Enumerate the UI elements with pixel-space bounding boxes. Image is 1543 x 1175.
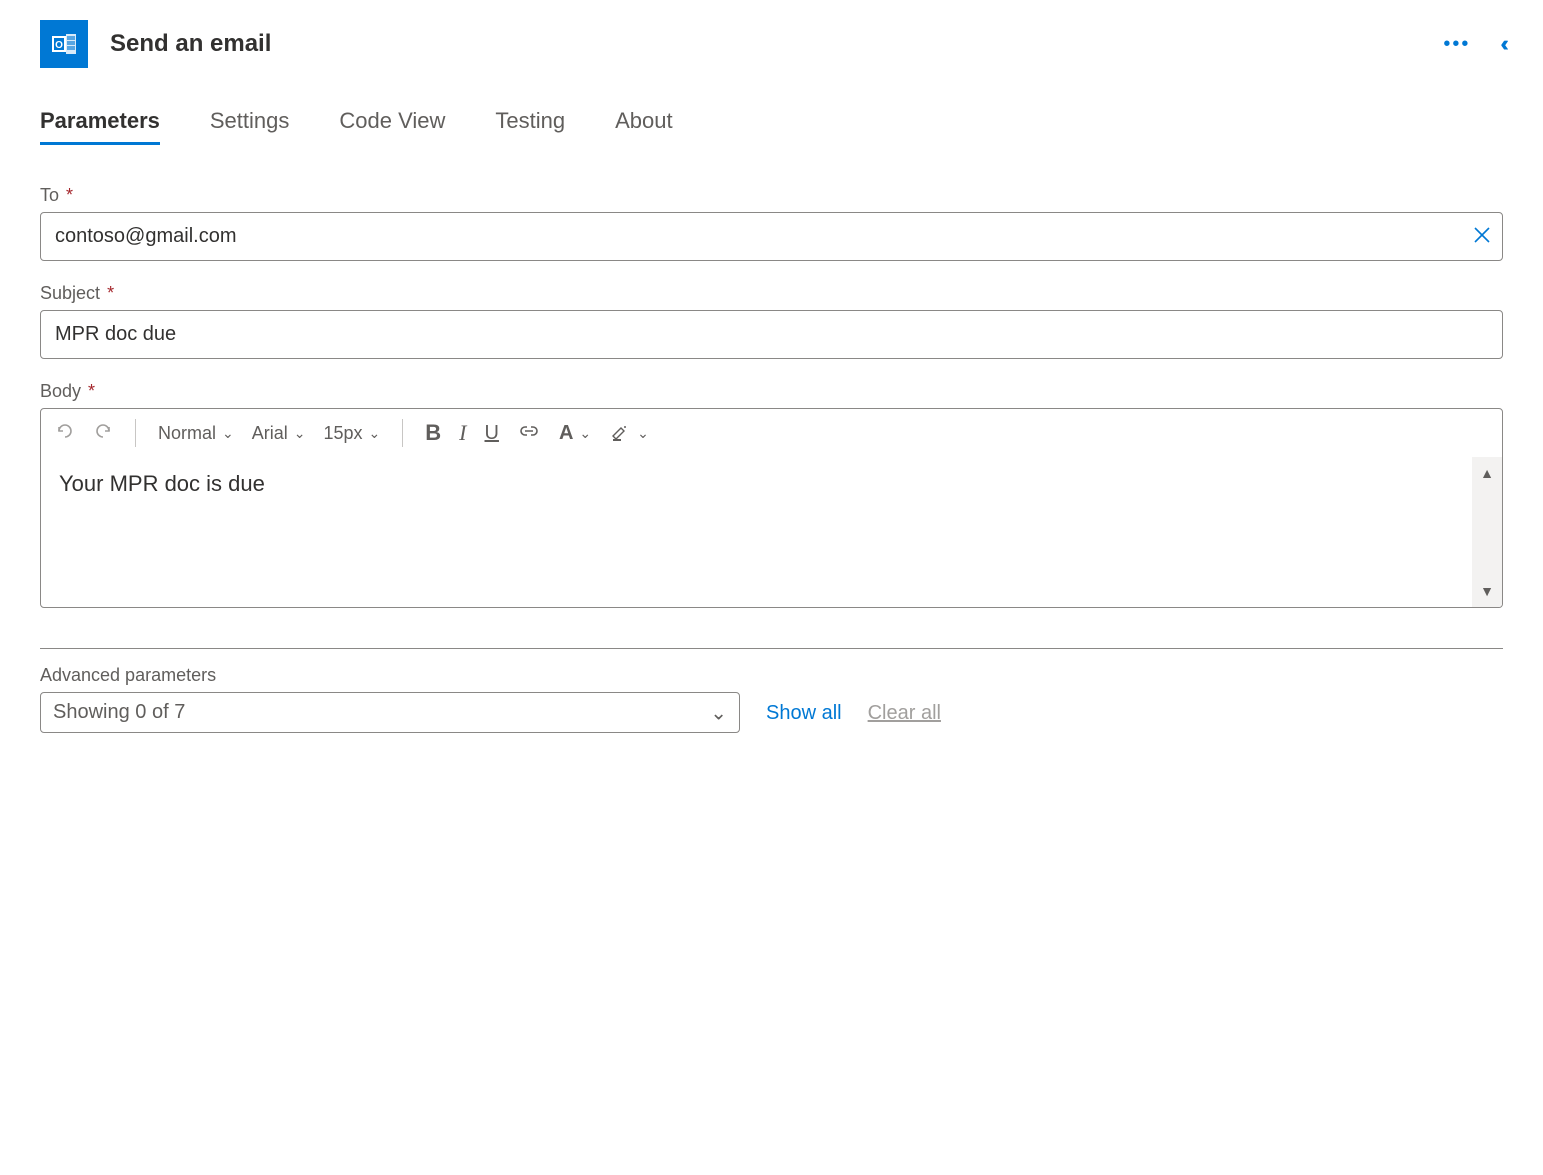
show-all-button[interactable]: Show all: [766, 702, 842, 733]
advanced-label: Advanced parameters: [40, 665, 740, 686]
undo-button[interactable]: [55, 421, 75, 446]
advanced-select-text: Showing 0 of 7: [53, 701, 185, 723]
tab-bar: Parameters Settings Code View Testing Ab…: [40, 108, 1503, 145]
tab-parameters[interactable]: Parameters: [40, 108, 160, 145]
chevron-down-icon: ⌄: [222, 425, 234, 442]
font-color-button[interactable]: A ⌄: [559, 422, 591, 445]
toolbar-separator: [402, 419, 403, 447]
font-value: Arial: [252, 423, 288, 444]
field-to: To *: [40, 185, 1503, 261]
subject-label-text: Subject: [40, 283, 100, 303]
header-right: ••• ‹‹: [1443, 31, 1503, 57]
clear-to-button[interactable]: [1473, 226, 1491, 248]
to-label: To *: [40, 185, 1503, 206]
font-color-icon: A: [559, 422, 573, 445]
tab-testing[interactable]: Testing: [495, 108, 565, 145]
tab-settings[interactable]: Settings: [210, 108, 290, 145]
underline-button[interactable]: U: [485, 422, 499, 445]
to-input[interactable]: [40, 212, 1503, 261]
required-marker: *: [66, 185, 73, 205]
svg-text:O: O: [55, 40, 63, 51]
bold-button[interactable]: B: [425, 420, 441, 446]
card-header: O Send an email ••• ‹‹: [40, 20, 1503, 68]
to-input-wrap: [40, 212, 1503, 261]
chevron-down-icon: ⌄: [294, 425, 306, 442]
subject-input-wrap: [40, 310, 1503, 359]
section-divider: [40, 648, 1503, 649]
field-subject: Subject *: [40, 283, 1503, 359]
chevron-down-icon: ⌄: [369, 425, 381, 442]
highlight-button[interactable]: ⌄: [609, 420, 649, 447]
redo-icon: [93, 421, 113, 446]
editor-area: Your MPR doc is due ▲ ▼: [41, 457, 1502, 607]
link-icon: [517, 423, 541, 444]
chevron-down-icon: ⌄: [579, 425, 591, 442]
card-title: Send an email: [110, 30, 271, 58]
redo-button[interactable]: [93, 421, 113, 446]
scroll-up-icon[interactable]: ▲: [1480, 465, 1494, 481]
font-select[interactable]: Arial ⌄: [252, 423, 306, 444]
tab-code-view[interactable]: Code View: [339, 108, 445, 145]
more-icon[interactable]: •••: [1443, 33, 1470, 56]
close-icon: [1473, 224, 1491, 249]
collapse-icon[interactable]: ‹‹: [1500, 31, 1503, 57]
editor-toolbar: Normal ⌄ Arial ⌄ 15px ⌄ B I U A ⌄: [41, 409, 1502, 457]
outlook-icon: O: [40, 20, 88, 68]
rich-text-editor: Normal ⌄ Arial ⌄ 15px ⌄ B I U A ⌄: [40, 408, 1503, 608]
tab-about[interactable]: About: [615, 108, 673, 145]
chevron-down-icon: ⌄: [710, 700, 727, 725]
italic-button[interactable]: I: [459, 420, 466, 446]
chevron-down-icon: ⌄: [637, 425, 649, 442]
toolbar-separator: [135, 419, 136, 447]
size-value: 15px: [324, 423, 363, 444]
scrollbar[interactable]: ▲ ▼: [1472, 457, 1502, 607]
required-marker: *: [107, 283, 114, 303]
to-label-text: To: [40, 185, 59, 205]
undo-icon: [55, 421, 75, 446]
scroll-down-icon[interactable]: ▼: [1480, 583, 1494, 599]
body-label: Body *: [40, 381, 1503, 402]
highlight-icon: [609, 420, 631, 447]
heading-value: Normal: [158, 423, 216, 444]
required-marker: *: [88, 381, 95, 401]
body-label-text: Body: [40, 381, 81, 401]
body-textarea[interactable]: Your MPR doc is due: [41, 457, 1472, 607]
field-body: Body * Normal ⌄ Arial ⌄: [40, 381, 1503, 608]
subject-label: Subject *: [40, 283, 1503, 304]
advanced-select[interactable]: Showing 0 of 7 ⌄: [40, 692, 740, 733]
advanced-parameters-row: Advanced parameters Showing 0 of 7 ⌄ Sho…: [40, 665, 1503, 733]
subject-input[interactable]: [40, 310, 1503, 359]
size-select[interactable]: 15px ⌄: [324, 423, 381, 444]
link-button[interactable]: [517, 423, 541, 444]
heading-select[interactable]: Normal ⌄: [158, 423, 234, 444]
header-left: O Send an email: [40, 20, 271, 68]
clear-all-button[interactable]: Clear all: [868, 702, 941, 733]
advanced-left: Advanced parameters Showing 0 of 7 ⌄: [40, 665, 740, 733]
